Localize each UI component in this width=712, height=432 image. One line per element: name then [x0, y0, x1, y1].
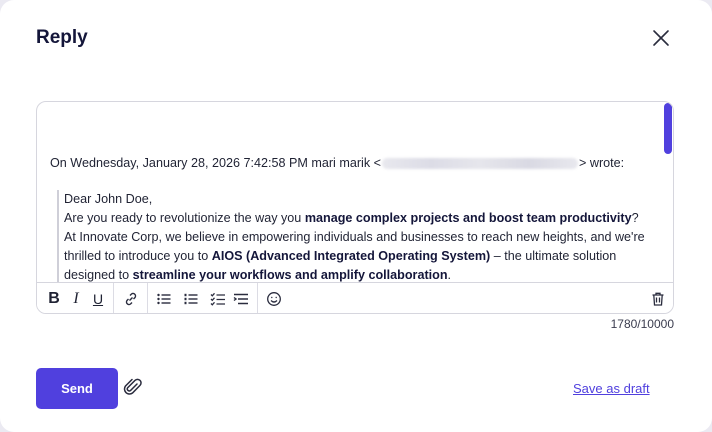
- bold-run: AIOS (Advanced Integrated Operating Syst…: [211, 249, 491, 263]
- greeting: Dear John Doe,: [64, 192, 153, 206]
- italic-label: I: [73, 290, 79, 307]
- toolbar-divider: [257, 283, 258, 313]
- italic-icon[interactable]: I: [66, 289, 86, 309]
- indent-list-icon[interactable]: [231, 289, 251, 309]
- reply-dialog: Reply On Wednesday, January 28, 2026 7:4…: [0, 0, 712, 432]
- bold-icon[interactable]: B: [44, 289, 64, 309]
- bulleted-list-icon[interactable]: [154, 289, 174, 309]
- trash-icon[interactable]: [648, 289, 668, 309]
- redacted-email: [382, 158, 578, 170]
- underline-icon[interactable]: U: [88, 289, 108, 309]
- reply-editor[interactable]: On Wednesday, January 28, 2026 7:42:58 P…: [36, 101, 674, 314]
- character-counter: 1780/10000: [610, 317, 674, 331]
- formatting-toolbar: B I U: [37, 282, 673, 313]
- quoted-message: Dear John Doe, Are you ready to revoluti…: [57, 190, 648, 282]
- quoted-paragraph: Are you ready to revolutionize the way y…: [64, 209, 648, 282]
- text-run: .: [447, 268, 452, 282]
- send-button[interactable]: Send: [36, 368, 118, 409]
- save-as-draft-link[interactable]: Save as draft: [573, 381, 650, 396]
- bold-label: B: [48, 290, 60, 307]
- toolbar-divider: [113, 283, 114, 313]
- editor-scrollbar[interactable]: [663, 102, 673, 282]
- toolbar-divider: [147, 283, 148, 313]
- numbered-list-icon[interactable]: [181, 289, 201, 309]
- underline-label: U: [92, 291, 104, 307]
- close-icon[interactable]: [650, 27, 672, 49]
- bold-run: manage complex projects and boost team p…: [304, 211, 632, 225]
- quote-header: On Wednesday, January 28, 2026 7:42:58 P…: [50, 154, 624, 173]
- dialog-title: Reply: [36, 27, 88, 48]
- emoji-icon[interactable]: [264, 289, 284, 309]
- editor-content[interactable]: On Wednesday, January 28, 2026 7:42:58 P…: [37, 102, 661, 282]
- quote-header-prefix: On Wednesday, January 28, 2026 7:42:58 P…: [50, 156, 381, 170]
- text-run: Are you ready to revolutionize the way y…: [64, 211, 305, 225]
- paperclip-icon[interactable]: [123, 376, 143, 398]
- checklist-icon[interactable]: [208, 289, 228, 309]
- quote-header-suffix: > wrote:: [579, 156, 625, 170]
- link-icon[interactable]: [121, 289, 141, 309]
- bold-run: streamline your workflows and amplify co…: [132, 268, 448, 282]
- scrollbar-thumb[interactable]: [664, 103, 672, 154]
